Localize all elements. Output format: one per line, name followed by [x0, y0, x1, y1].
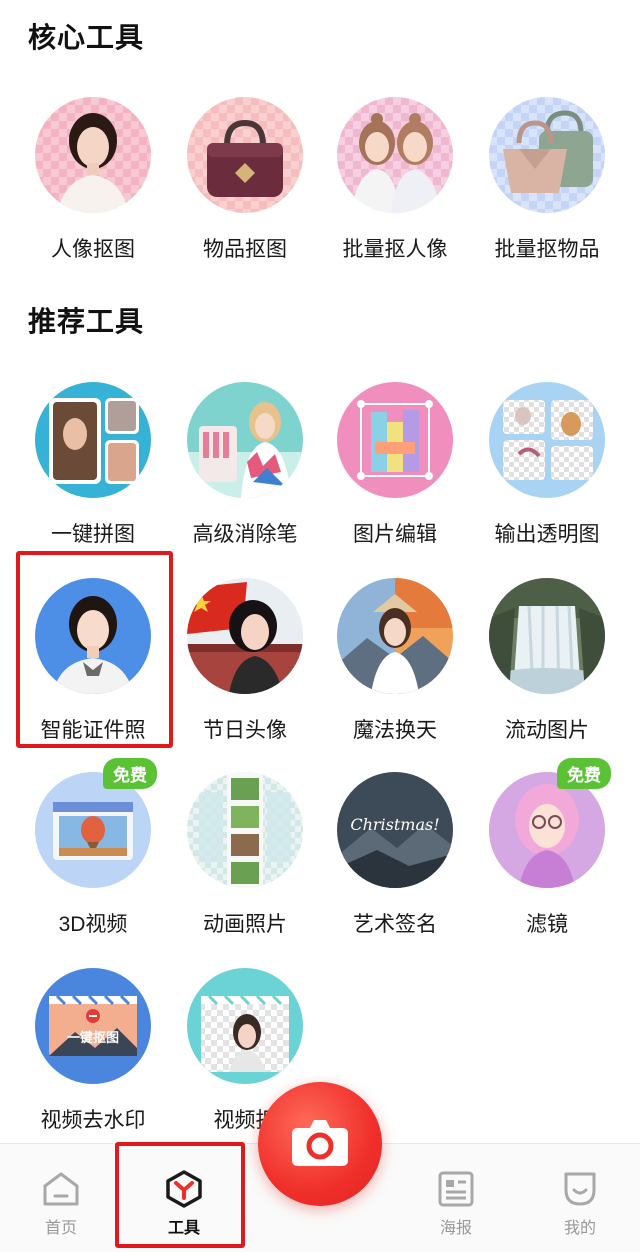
tool-image-edit[interactable]: 图片编辑 [320, 382, 470, 548]
tool-sky-replace[interactable]: 魔法换天 [320, 578, 470, 744]
video-watermark-icon: 一键抠图 [35, 968, 151, 1084]
tab-label: 我的 [563, 1220, 596, 1237]
tab-label: 海报 [439, 1220, 472, 1237]
tab-label: 首页 [44, 1220, 77, 1237]
camera-icon [292, 1120, 348, 1166]
tools-icon [164, 1170, 204, 1208]
profile-icon [560, 1170, 600, 1208]
tool-festival-avatar[interactable]: 节日头像 [170, 578, 320, 744]
collage-icon [35, 382, 151, 498]
tool-batch-object[interactable]: 批量抠物品 [472, 97, 622, 263]
tab-home[interactable]: 首页 [21, 1170, 101, 1238]
tool-animated-photo[interactable]: 动画照片 [170, 772, 320, 938]
handbag-cutout-icon [187, 97, 303, 213]
video-cutout-icon [187, 968, 303, 1084]
tool-label: 批量抠人像 [342, 238, 448, 261]
sky-replace-icon [337, 578, 453, 694]
core-tools-title: 核心工具 [28, 22, 145, 53]
tool-video-watermark[interactable]: 一键抠图 视频去水印 [18, 968, 168, 1134]
tool-label: 输出透明图 [494, 523, 600, 546]
tool-transparent-output[interactable]: 输出透明图 [472, 382, 622, 548]
tab-label: 工具 [167, 1220, 200, 1237]
overlay-text: 一键抠图 [67, 1030, 119, 1046]
tool-label: 滤镜 [526, 913, 568, 936]
batch-portrait-icon [337, 97, 453, 213]
tool-collage[interactable]: 一键拼图 [18, 382, 168, 548]
image-edit-icon [337, 382, 453, 498]
free-badge: 免费 [557, 758, 611, 789]
tool-label: 3D视频 [58, 913, 128, 936]
home-icon [41, 1170, 81, 1208]
filter-icon [489, 772, 605, 888]
camera-button[interactable] [258, 1082, 382, 1206]
eraser-pen-icon [187, 382, 303, 498]
free-badge: 免费 [103, 758, 157, 789]
tool-id-photo[interactable]: 智能证件照 [18, 578, 168, 744]
tool-eraser-pen[interactable]: 高级消除笔 [170, 382, 320, 548]
tool-label: 流动图片 [505, 719, 589, 742]
portrait-cutout-icon [35, 97, 151, 213]
tab-poster[interactable]: 海报 [416, 1170, 496, 1238]
tool-label: 图片编辑 [353, 523, 437, 546]
tool-label: 一键拼图 [51, 523, 135, 546]
festival-avatar-icon [187, 578, 303, 694]
tool-label: 智能证件照 [40, 719, 146, 742]
tool-label: 视频去水印 [40, 1109, 146, 1132]
signature-text: Christmas! [350, 815, 439, 834]
tool-label: 艺术签名 [353, 913, 437, 936]
tool-filter[interactable]: 免费 滤镜 [472, 758, 622, 938]
id-photo-icon [35, 578, 151, 694]
tab-tools[interactable]: 工具 [144, 1170, 224, 1238]
batch-object-icon [489, 97, 605, 213]
tool-label: 动画照片 [203, 913, 287, 936]
recommended-tools-title: 推荐工具 [28, 306, 145, 337]
tool-batch-portrait[interactable]: 批量抠人像 [320, 97, 470, 263]
waterfall-motion-icon [489, 578, 605, 694]
tool-label: 魔法换天 [353, 719, 437, 742]
tool-label: 人像抠图 [51, 238, 135, 261]
3d-video-icon [35, 772, 151, 888]
tool-label: 节日头像 [203, 719, 287, 742]
tool-3d-video[interactable]: 免费 3D视频 [18, 758, 168, 938]
tool-portrait-cutout[interactable]: 人像抠图 [18, 97, 168, 263]
tool-label: 物品抠图 [203, 238, 287, 261]
animated-photo-icon [187, 772, 303, 888]
art-signature-icon: Christmas! [337, 772, 453, 888]
tab-profile[interactable]: 我的 [540, 1170, 620, 1238]
tool-object-cutout[interactable]: 物品抠图 [170, 97, 320, 263]
tool-art-signature[interactable]: Christmas! 艺术签名 [320, 772, 470, 938]
tool-waterfall-motion[interactable]: 流动图片 [472, 578, 622, 744]
poster-icon [436, 1170, 476, 1208]
transparent-output-icon [489, 382, 605, 498]
tool-label: 高级消除笔 [192, 523, 298, 546]
tool-label: 批量抠物品 [494, 238, 600, 261]
